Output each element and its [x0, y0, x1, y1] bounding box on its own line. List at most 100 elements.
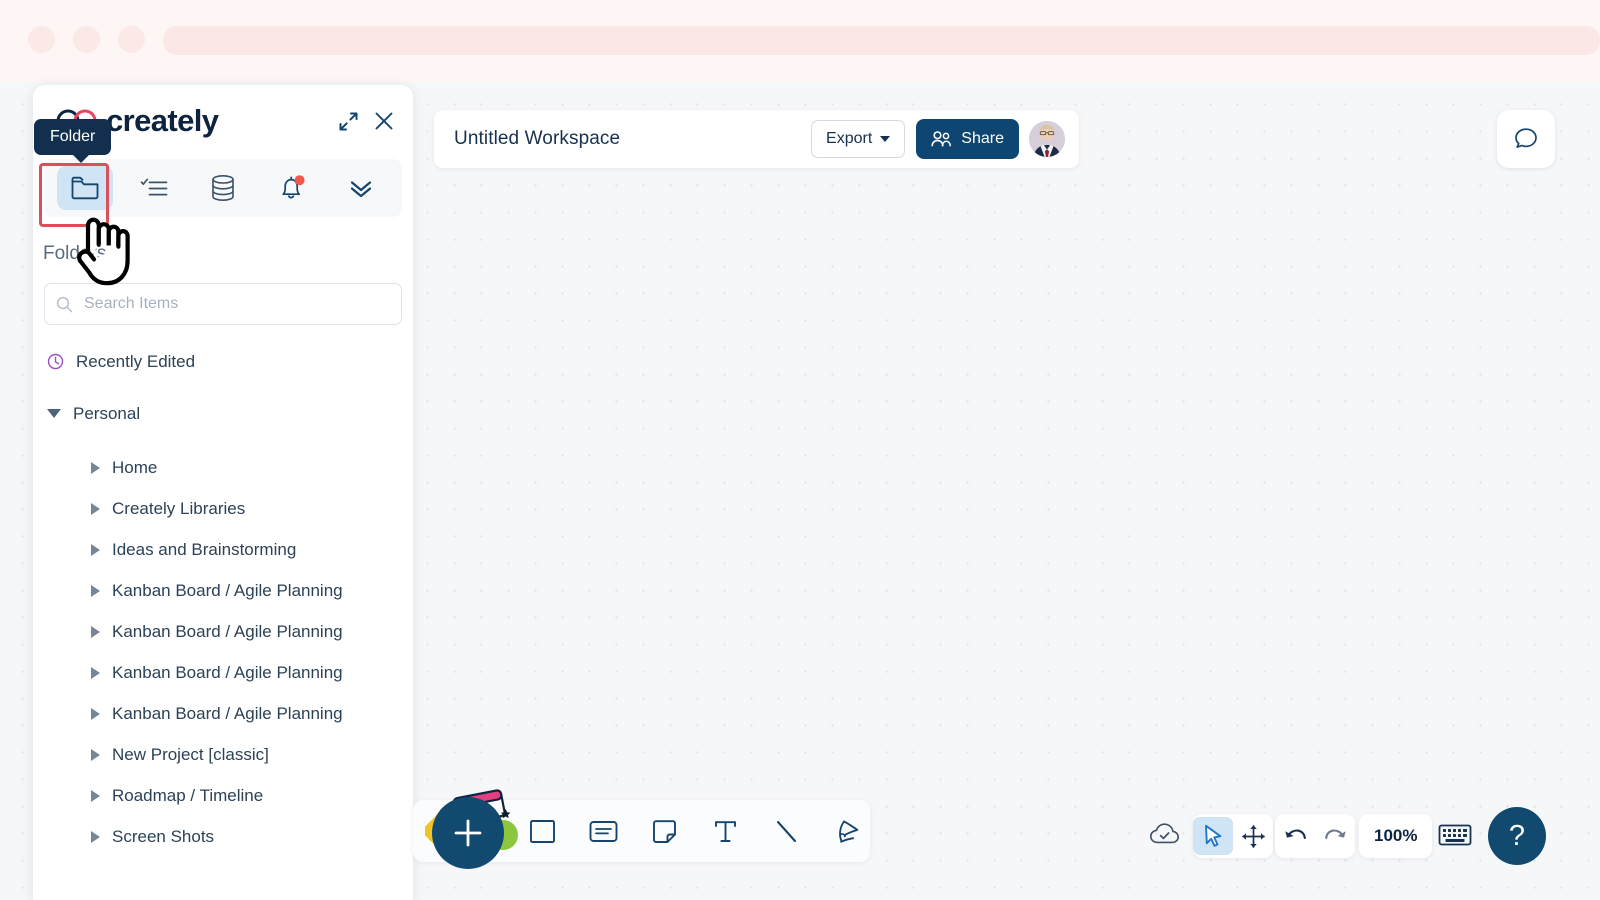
tree-item-roadmap-timeline[interactable]: Roadmap / Timeline — [33, 775, 413, 816]
tree-item-kanban-board-1[interactable]: Kanban Board / Agile Planning — [33, 570, 413, 611]
avatar[interactable] — [1029, 121, 1065, 157]
notification-badge — [294, 175, 305, 186]
redo-button[interactable] — [1315, 817, 1355, 855]
keyboard-shortcuts-button[interactable] — [1436, 818, 1474, 852]
tree-item-label: Kanban Board / Agile Planning — [112, 580, 343, 600]
tree-item-kanban-board-3[interactable]: Kanban Board / Agile Planning — [33, 652, 413, 693]
caret-down-icon[interactable] — [47, 409, 61, 418]
undo-icon — [1284, 829, 1306, 840]
rectangle-icon — [529, 819, 555, 843]
shape-tool-sticky-note[interactable] — [635, 802, 693, 860]
help-button[interactable]: ? — [1488, 807, 1546, 865]
tree-item-new-project-classic[interactable]: New Project [classic] — [33, 734, 413, 775]
caret-right-icon[interactable] — [91, 502, 100, 515]
window-minimize-dot[interactable] — [73, 26, 100, 53]
clock-icon — [47, 353, 64, 370]
sidebar-item-notifications[interactable] — [264, 166, 320, 210]
caret-right-icon[interactable] — [91, 543, 100, 556]
shape-tool-line[interactable] — [757, 802, 815, 860]
text-icon — [714, 820, 736, 842]
undo-button[interactable] — [1275, 817, 1315, 855]
tree-item-label: New Project [classic] — [112, 744, 269, 764]
tree-item-kanban-board-4[interactable]: Kanban Board / Agile Planning — [33, 693, 413, 734]
freehand-pen-icon — [838, 820, 858, 843]
caret-right-icon[interactable] — [91, 584, 100, 597]
tree-item-home[interactable]: Home — [33, 447, 413, 488]
tree-item-label: Screen Shots — [112, 826, 215, 846]
sidebar-item-folder[interactable] — [56, 166, 113, 210]
people-icon — [931, 131, 952, 147]
tree-item-label: Creately Libraries — [112, 498, 246, 518]
select-tool-button[interactable] — [1193, 817, 1233, 855]
checklist-icon — [140, 178, 168, 196]
card-icon — [589, 820, 617, 842]
tree-item-recently-edited[interactable]: Recently Edited — [33, 341, 413, 382]
tree-item-label: Kanban Board / Agile Planning — [112, 662, 343, 682]
shape-tool-card[interactable] — [574, 802, 632, 860]
tree-item-label: Kanban Board / Agile Planning — [112, 703, 343, 723]
avatar-image — [1029, 121, 1065, 157]
search-input[interactable] — [82, 294, 390, 314]
zoom-level[interactable]: 100% — [1359, 826, 1432, 846]
left-panel: creately Folders Search Items Recently E… — [33, 85, 413, 900]
tree-item-screen-shots[interactable]: Screen Shots — [33, 816, 413, 857]
expand-icon[interactable] — [338, 111, 359, 132]
shape-tool-rectangle[interactable] — [513, 802, 571, 860]
tree-item-label: Recently Edited — [76, 351, 196, 371]
shape-tool-list — [513, 802, 876, 860]
tree-item-label: Personal — [73, 403, 141, 423]
tree-item-label: Home — [112, 457, 158, 477]
line-icon — [776, 820, 796, 842]
move-pan-icon — [1241, 824, 1265, 848]
chat-bubble-icon — [1515, 128, 1537, 148]
plus-icon — [454, 819, 482, 847]
add-shape-button[interactable] — [432, 797, 504, 869]
caret-right-icon[interactable] — [91, 748, 100, 761]
tree-item-personal[interactable]: Personal — [33, 393, 413, 434]
cursor-select-icon — [1205, 824, 1222, 847]
panel-tabbar — [44, 159, 402, 217]
tree-item-ideas-and-brainstorming[interactable]: Ideas and Brainstorming — [33, 529, 413, 570]
shape-tool-text[interactable] — [696, 802, 754, 860]
tree-item-label: Roadmap / Timeline — [112, 785, 264, 805]
search-box[interactable] — [44, 283, 402, 325]
tree-item-creately-libraries[interactable]: Creately Libraries — [33, 488, 413, 529]
cloud-saved-icon — [1150, 823, 1179, 844]
caret-right-icon[interactable] — [91, 830, 100, 843]
window-controls — [28, 26, 145, 53]
bell-icon — [282, 175, 305, 199]
sidebar-item-data[interactable] — [195, 166, 251, 210]
tree-item-kanban-board-2[interactable]: Kanban Board / Agile Planning — [33, 611, 413, 652]
panel-header-actions — [338, 110, 395, 132]
save-status-button[interactable] — [1146, 818, 1184, 852]
search-icon — [56, 296, 73, 312]
caret-right-icon[interactable] — [91, 707, 100, 720]
caret-right-icon[interactable] — [91, 461, 100, 474]
creately-logo-text: creately — [106, 103, 219, 138]
folder-icon — [71, 176, 98, 200]
caret-right-icon[interactable] — [91, 789, 100, 802]
sidebar-item-more[interactable] — [333, 166, 389, 210]
pan-tool-button[interactable] — [1233, 817, 1273, 855]
chevron-double-down-icon — [351, 181, 372, 198]
share-button[interactable]: Share — [916, 119, 1019, 159]
pointer-tools-group — [1193, 814, 1273, 858]
close-icon[interactable] — [373, 110, 395, 132]
tree-item-label: Ideas and Brainstorming — [112, 539, 297, 559]
keyboard-icon — [1438, 824, 1472, 846]
sidebar-item-tasks[interactable] — [126, 166, 182, 210]
page-title[interactable]: Untitled Workspace — [454, 128, 811, 150]
database-icon — [212, 175, 234, 202]
caret-right-icon[interactable] — [91, 666, 100, 679]
url-bar[interactable] — [163, 26, 1600, 55]
window-close-dot[interactable] — [28, 26, 55, 53]
workspace-toolbar: Untitled Workspace Export Share — [434, 110, 1079, 168]
shape-tool-freehand[interactable] — [818, 802, 876, 860]
window-maximize-dot[interactable] — [118, 26, 145, 53]
help-label: ? — [1508, 819, 1526, 852]
chat-button[interactable] — [1497, 110, 1555, 168]
browser-chrome — [0, 0, 1600, 82]
export-button[interactable]: Export — [811, 120, 906, 158]
caret-right-icon[interactable] — [91, 625, 100, 638]
redo-icon — [1324, 829, 1346, 840]
